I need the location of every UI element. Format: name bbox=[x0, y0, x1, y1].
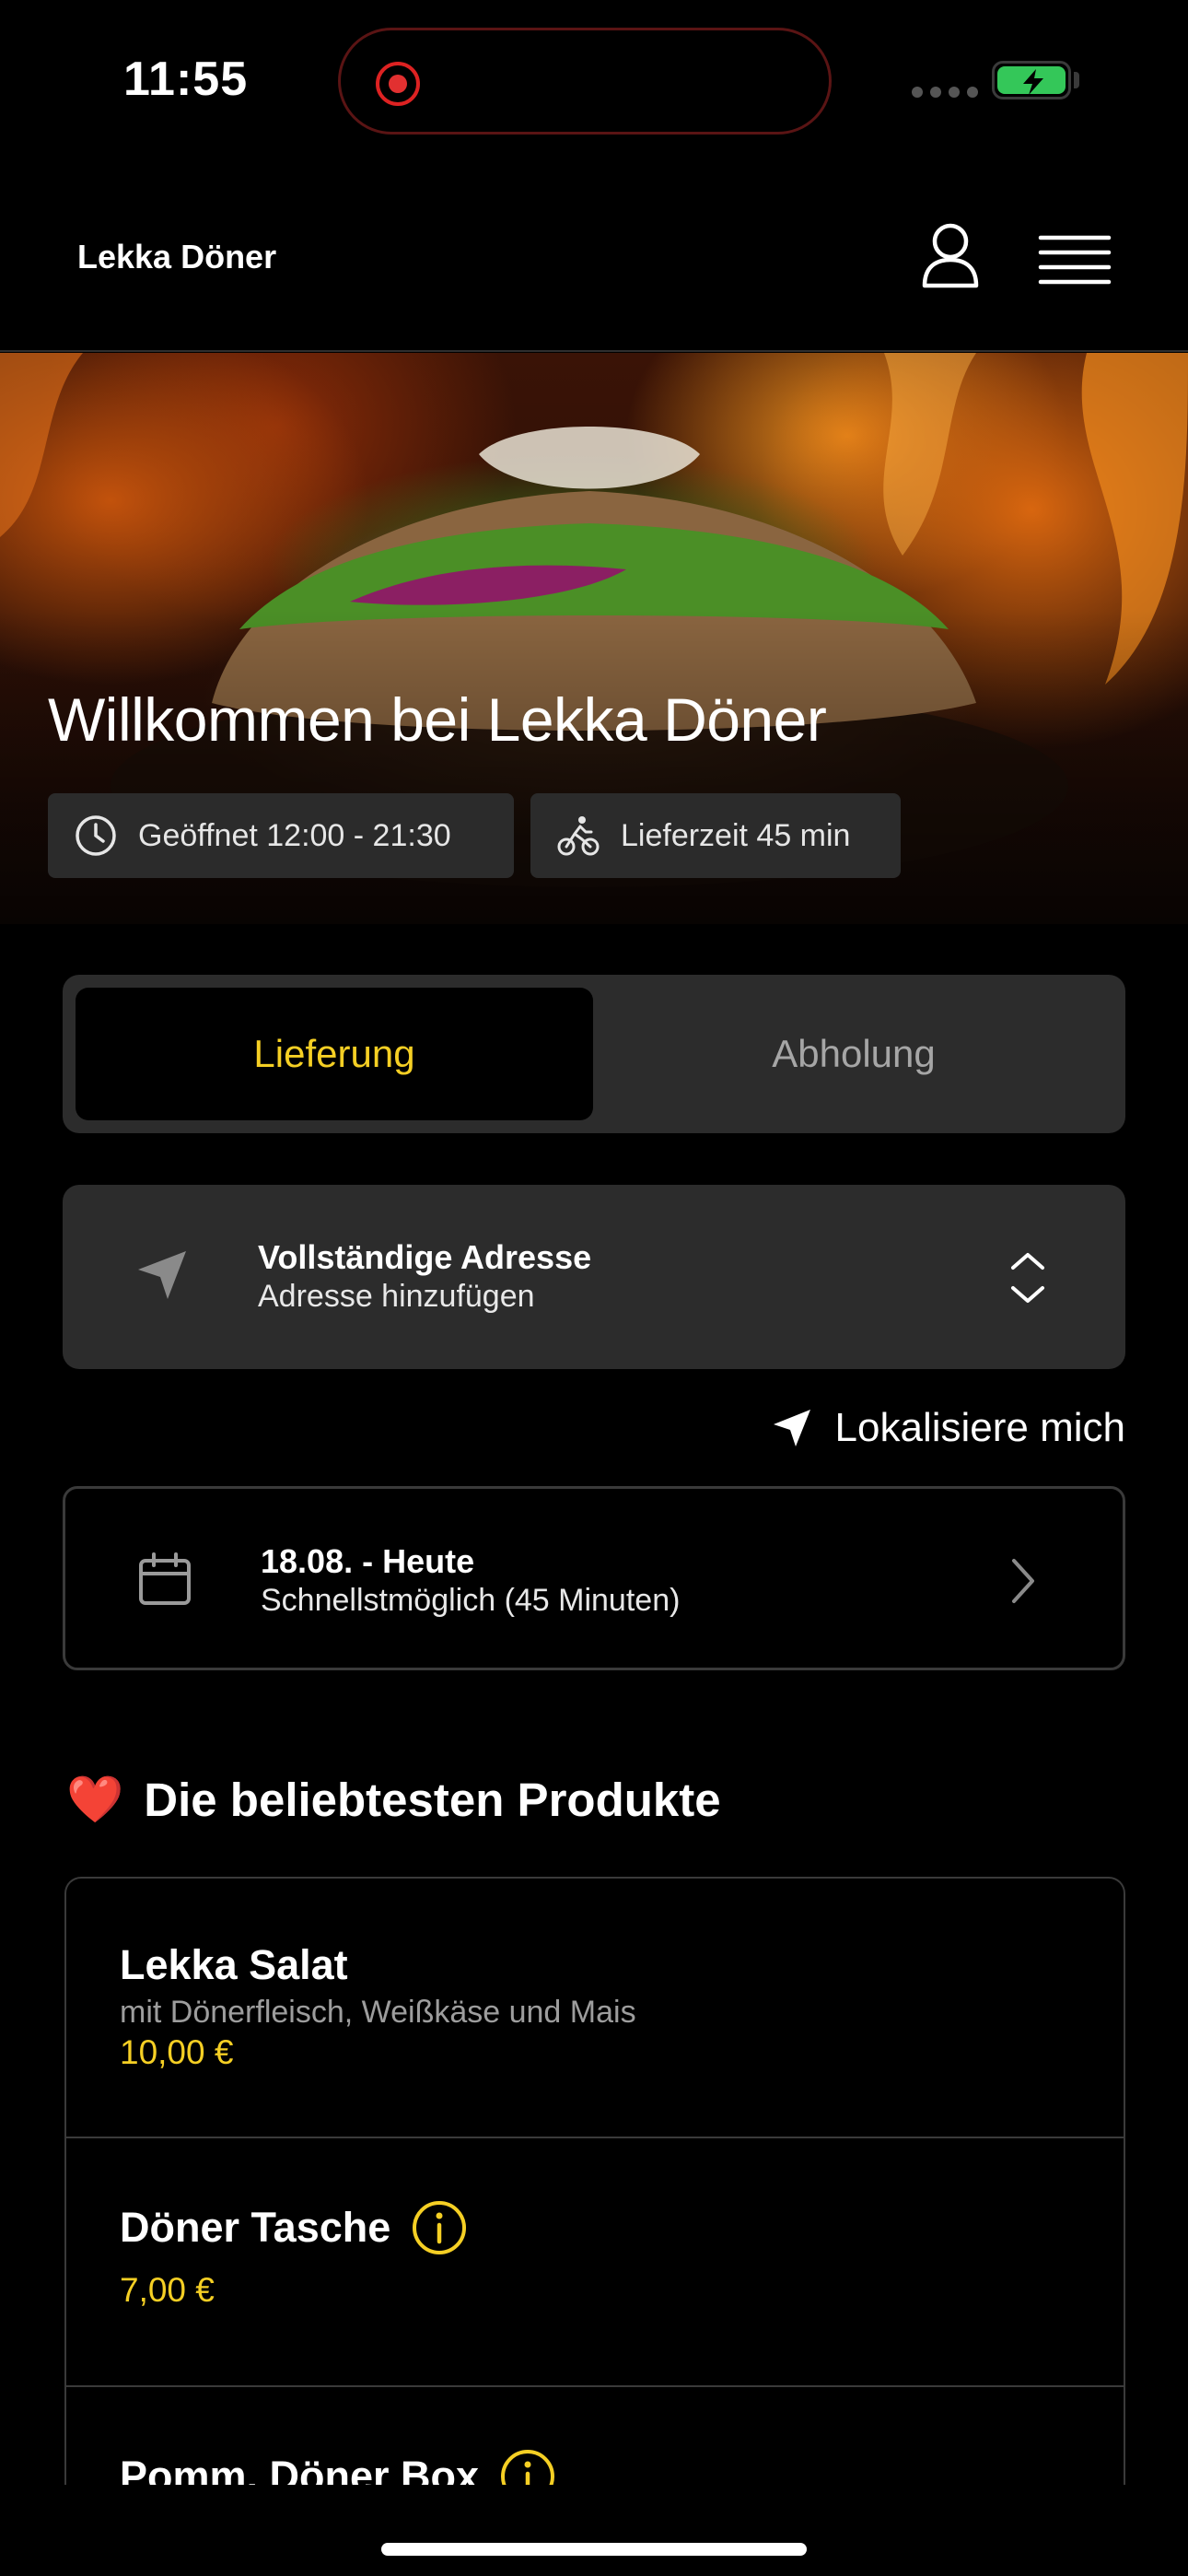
battery-icon bbox=[992, 61, 1071, 100]
product-description: mit Dönerfleisch, Weißkäse und Mais bbox=[120, 1995, 636, 2030]
account-button[interactable] bbox=[914, 221, 987, 295]
hero-title: Willkommen bei Lekka Döner bbox=[48, 685, 827, 754]
menu-button[interactable] bbox=[1035, 225, 1114, 295]
chevron-up-down-icon bbox=[1011, 1253, 1044, 1303]
list-item[interactable]: Pomm. Döner Box bbox=[66, 2387, 1124, 2485]
delivery-time-chip: Lieferzeit 45 min bbox=[530, 793, 901, 878]
status-bar: 11:55 bbox=[0, 0, 1188, 166]
signal-icon bbox=[912, 87, 978, 98]
list-item[interactable]: Döner Tasche 7,00 € bbox=[66, 2138, 1124, 2387]
product-price: 7,00 € bbox=[120, 2271, 215, 2309]
product-name: Döner Tasche bbox=[120, 2204, 391, 2251]
battery-cap bbox=[1074, 72, 1079, 88]
opening-hours-chip: Geöffnet 12:00 - 21:30 bbox=[48, 793, 514, 878]
list-item[interactable]: Lekka Salat mit Dönerfleisch, Weißkäse u… bbox=[66, 1879, 1124, 2138]
user-icon bbox=[922, 223, 979, 288]
address-subtitle: Adresse hinzufügen bbox=[258, 1279, 535, 1314]
calendar-icon bbox=[139, 1552, 191, 1605]
product-name: Pomm. Döner Box bbox=[120, 2453, 480, 2485]
delivery-time-option: Schnellstmöglich (45 Minuten) bbox=[261, 1583, 681, 1618]
clock-icon bbox=[76, 815, 116, 856]
app-header: Lekka Döner bbox=[0, 166, 1188, 352]
popular-products-list: Lekka Salat mit Dönerfleisch, Weißkäse u… bbox=[64, 1877, 1125, 2485]
opening-hours-text: Geöffnet 12:00 - 21:30 bbox=[138, 817, 451, 853]
product-name-row: Döner Tasche bbox=[120, 2199, 468, 2256]
locate-me-button[interactable]: Lokalisiere mich bbox=[748, 1400, 1125, 1456]
screen-recording-icon bbox=[376, 62, 420, 106]
locate-me-label: Lokalisiere mich bbox=[834, 1405, 1125, 1450]
tab-pickup[interactable]: Abholung bbox=[595, 988, 1112, 1120]
product-name-row: Pomm. Döner Box bbox=[120, 2448, 556, 2485]
heart-icon: ❤️ bbox=[66, 1773, 124, 1825]
chevron-right-icon bbox=[1012, 1559, 1034, 1603]
info-icon[interactable] bbox=[411, 2199, 468, 2256]
hero-banner: Willkommen bei Lekka Döner Geöffnet 12:0… bbox=[0, 353, 1188, 924]
delivery-time-text: Lieferzeit 45 min bbox=[621, 817, 851, 853]
dynamic-island bbox=[338, 28, 832, 135]
brand-name[interactable]: Lekka Döner bbox=[77, 238, 276, 276]
popular-products-heading: ❤️ Die beliebtesten Produkte bbox=[66, 1769, 721, 1830]
delivery-time-selector[interactable]: 18.08. - Heute Schnellstmöglich (45 Minu… bbox=[63, 1486, 1125, 1670]
product-price: 10,00 € bbox=[120, 2033, 234, 2071]
location-arrow-icon bbox=[773, 1410, 810, 1446]
tab-delivery[interactable]: Lieferung bbox=[76, 988, 593, 1120]
address-title: Vollständige Adresse bbox=[258, 1238, 592, 1276]
info-icon[interactable] bbox=[499, 2448, 556, 2485]
delivery-mode-toggle: Lieferung Abholung bbox=[63, 975, 1125, 1133]
product-name: Lekka Salat bbox=[120, 1941, 348, 1988]
hamburger-menu-icon bbox=[1038, 235, 1112, 285]
navigation-arrow-icon bbox=[138, 1251, 186, 1299]
delivery-date: 18.08. - Heute bbox=[261, 1542, 475, 1580]
status-time: 11:55 bbox=[123, 53, 249, 106]
home-indicator[interactable] bbox=[381, 2543, 807, 2556]
bicycle-courier-icon bbox=[557, 816, 600, 856]
popular-products-title: Die beliebtesten Produkte bbox=[144, 1773, 721, 1826]
address-selector[interactable]: Vollständige Adresse Adresse hinzufügen bbox=[63, 1185, 1125, 1369]
